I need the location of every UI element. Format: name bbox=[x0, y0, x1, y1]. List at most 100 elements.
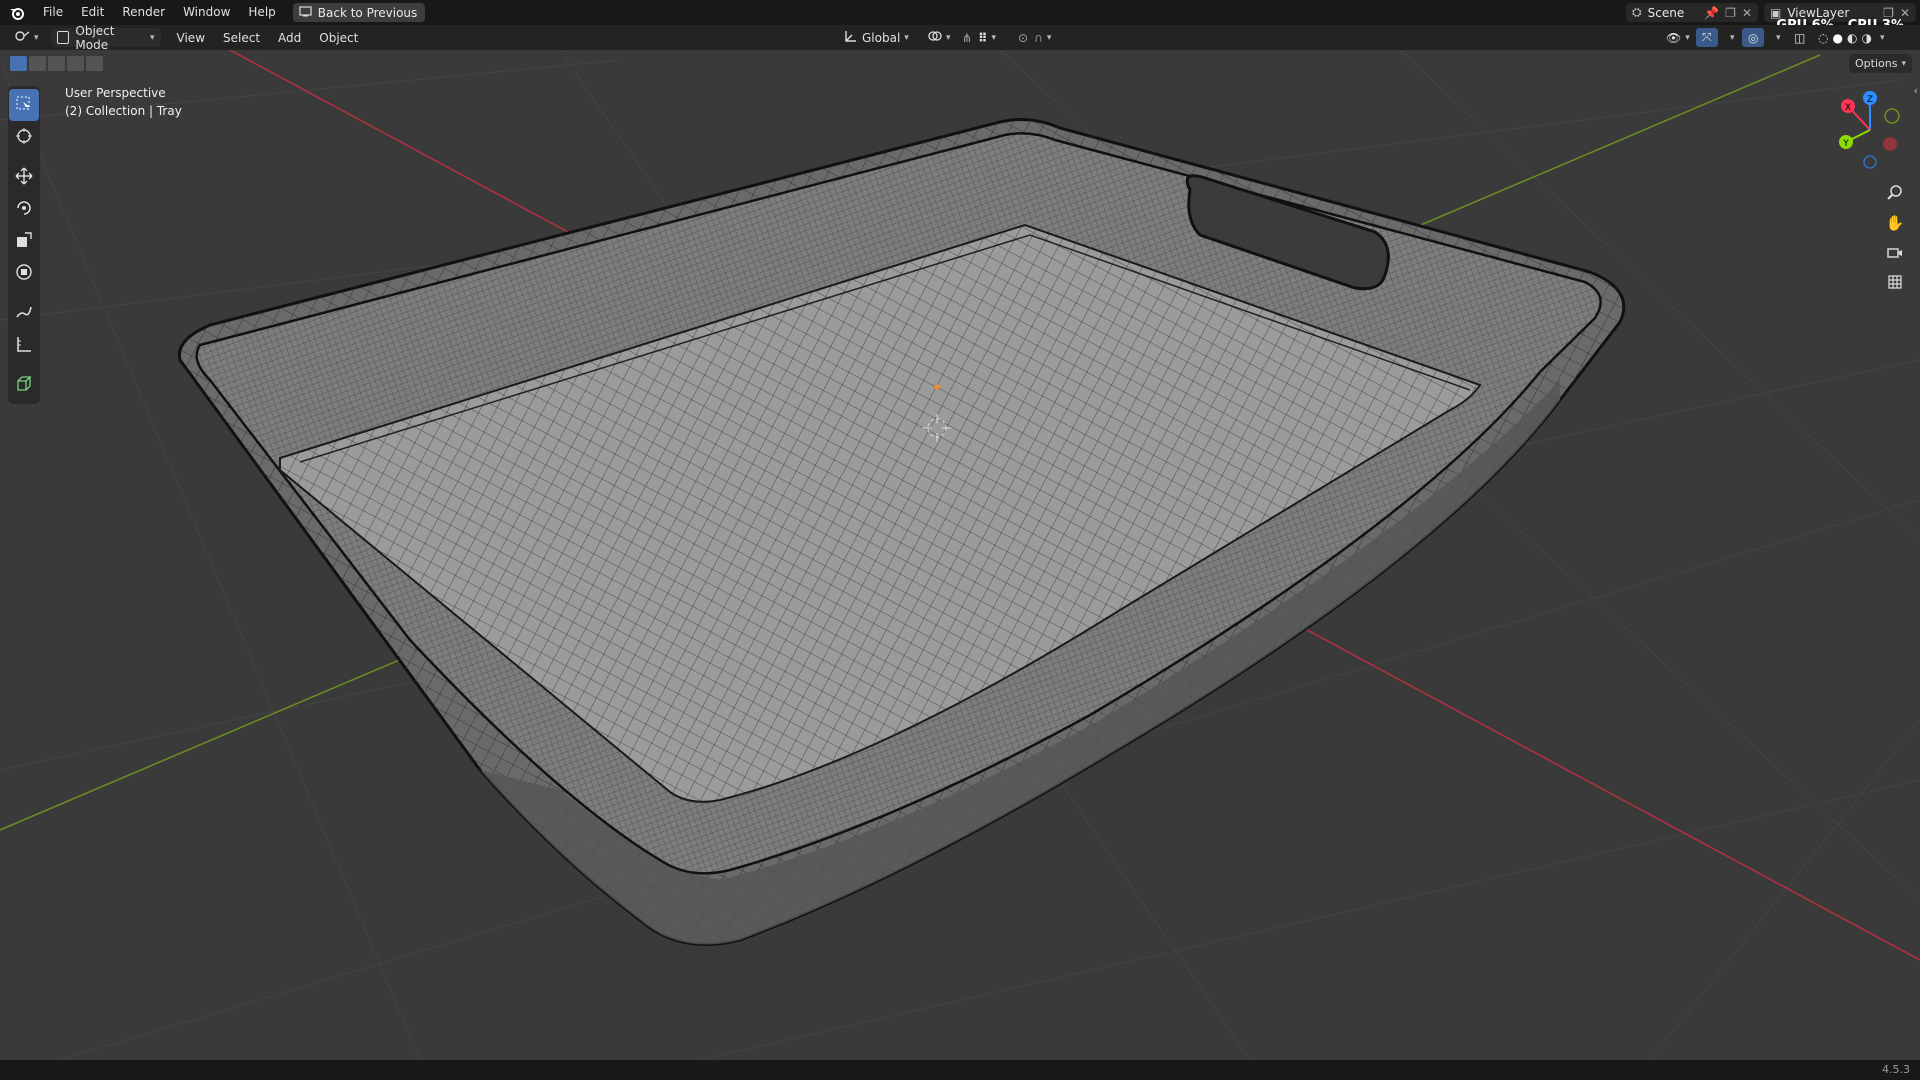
options-dropdown[interactable]: Options ▾ bbox=[1849, 54, 1912, 73]
zoom-icon bbox=[1887, 184, 1903, 203]
select-intersect-icon[interactable] bbox=[86, 56, 103, 71]
editor-type-button[interactable]: ▾ bbox=[8, 28, 45, 47]
snap-toggle[interactable]: ⋔ ⠿ ▾ bbox=[956, 28, 1002, 47]
zoom-button[interactable] bbox=[1882, 180, 1908, 206]
tool-shelf bbox=[8, 86, 40, 404]
proportional-icon: ⊙ bbox=[1018, 30, 1029, 45]
menu-edit[interactable]: Edit bbox=[72, 0, 113, 25]
gizmo-y-label: Y bbox=[1842, 139, 1849, 149]
view-perspective-label: User Perspective bbox=[65, 86, 166, 100]
select-new-icon[interactable] bbox=[10, 56, 27, 71]
copy-icon[interactable]: ❐ bbox=[1725, 6, 1736, 20]
rotate-icon bbox=[15, 199, 33, 220]
scene-icon: ⛭ bbox=[1632, 5, 1642, 19]
shading-modes[interactable]: ◌ ● ◐ ◑ ▾ bbox=[1812, 28, 1890, 47]
pivot-point-dropdown[interactable]: ▾ bbox=[922, 28, 957, 47]
snap-grid-icon: ⠿ bbox=[978, 30, 988, 45]
menu-help[interactable]: Help bbox=[239, 0, 284, 25]
orientation-icon bbox=[844, 30, 857, 46]
version-label: 4.5.3 bbox=[1882, 1063, 1910, 1076]
viewport-header: ▾ Object Mode ▾ View Select Add Object G… bbox=[0, 24, 1920, 52]
xray-toggle[interactable]: ◫ bbox=[1788, 28, 1811, 47]
collection-info-label: (2) Collection | Tray bbox=[65, 104, 182, 118]
options-label: Options bbox=[1855, 57, 1898, 70]
solid-shading-icon[interactable]: ● bbox=[1832, 31, 1842, 45]
gizmo-dropdown[interactable]: ▾ bbox=[1720, 28, 1741, 47]
measure-tool[interactable] bbox=[9, 329, 39, 361]
menu-select[interactable]: Select bbox=[217, 28, 266, 47]
menu-object[interactable]: Object bbox=[313, 28, 364, 47]
wireframe-shading-icon[interactable]: ◌ bbox=[1818, 31, 1828, 45]
perspective-toggle-button[interactable] bbox=[1882, 270, 1908, 296]
back-to-previous-button[interactable]: Back to Previous bbox=[292, 3, 426, 22]
scale-icon bbox=[15, 231, 33, 252]
grid-icon bbox=[1887, 274, 1903, 293]
select-box-tool[interactable] bbox=[9, 89, 39, 121]
scale-tool[interactable] bbox=[9, 225, 39, 257]
menu-render[interactable]: Render bbox=[113, 0, 174, 25]
back-to-previous-label: Back to Previous bbox=[317, 5, 418, 20]
object-mode-icon bbox=[56, 31, 70, 44]
sidebar-toggle-icon[interactable]: ‹ bbox=[1914, 84, 1918, 97]
menu-window[interactable]: Window bbox=[174, 0, 239, 25]
annotate-tool[interactable] bbox=[9, 297, 39, 329]
top-menu-bar: File Edit Render Window Help Back to Pre… bbox=[0, 0, 1920, 33]
gizmo-z-label: Z bbox=[1867, 95, 1873, 105]
orientation-label: Global bbox=[862, 30, 901, 45]
pan-button[interactable]: ✋ bbox=[1882, 210, 1908, 236]
close-icon[interactable]: ✕ bbox=[1742, 6, 1752, 20]
object-mode-dropdown[interactable]: Object Mode ▾ bbox=[50, 24, 161, 52]
transform-icon bbox=[15, 263, 33, 284]
gizmo-x-label: X bbox=[1845, 103, 1851, 113]
falloff-icon: ∩ bbox=[1034, 30, 1043, 45]
annotate-icon bbox=[15, 303, 33, 324]
object-mode-label: Object Mode bbox=[75, 23, 115, 52]
navigation-gizmo[interactable]: Z X Y bbox=[1830, 90, 1910, 170]
gizmo-icon: ⤧ bbox=[1702, 30, 1712, 44]
measure-icon bbox=[15, 335, 33, 356]
rotate-tool[interactable] bbox=[9, 193, 39, 225]
scene-selector[interactable]: ⛭ Scene 📌 ❐ ✕ bbox=[1626, 3, 1758, 22]
magnet-icon: ⋔ bbox=[962, 30, 973, 45]
screen-icon bbox=[299, 5, 312, 20]
add-cube-icon bbox=[15, 375, 33, 396]
status-bar: 4.5.3 bbox=[0, 1060, 1920, 1080]
visibility-dropdown[interactable]: 👁 ▾ bbox=[1660, 28, 1696, 47]
scene-name: Scene bbox=[1647, 5, 1685, 20]
transform-orientation-dropdown[interactable]: Global ▾ bbox=[838, 28, 915, 47]
menu-view[interactable]: View bbox=[171, 28, 211, 47]
menu-add[interactable]: Add bbox=[272, 28, 307, 47]
select-extend-icon[interactable] bbox=[29, 56, 46, 71]
scene-render bbox=[0, 50, 1920, 1060]
select-box-icon bbox=[15, 95, 33, 116]
move-tool[interactable] bbox=[9, 161, 39, 193]
eye-icon: 👁 bbox=[1666, 30, 1682, 45]
pin-icon[interactable]: 📌 bbox=[1704, 6, 1719, 20]
xray-icon: ◫ bbox=[1794, 30, 1806, 45]
transform-tool[interactable] bbox=[9, 257, 39, 289]
select-subtract-icon[interactable] bbox=[48, 56, 65, 71]
pivot-icon bbox=[928, 30, 942, 45]
selection-mode-buttons bbox=[10, 56, 103, 71]
material-shading-icon[interactable]: ◐ bbox=[1847, 31, 1857, 45]
hand-icon: ✋ bbox=[1885, 214, 1905, 232]
overlays-dropdown[interactable]: ▾ bbox=[1766, 28, 1787, 47]
object-origin bbox=[934, 384, 940, 390]
move-icon bbox=[15, 167, 33, 188]
editor-type-icon bbox=[14, 30, 30, 45]
proportional-editing-toggle[interactable]: ⊙ ∩ ▾ bbox=[1012, 28, 1057, 47]
tray-mesh bbox=[177, 118, 1626, 946]
3d-viewport[interactable]: User Perspective (2) Collection | Tray O… bbox=[0, 50, 1920, 1060]
select-invert-icon[interactable] bbox=[67, 56, 84, 71]
cursor-tool[interactable] bbox=[9, 121, 39, 153]
camera-icon bbox=[1887, 245, 1903, 262]
add-cube-tool[interactable] bbox=[9, 369, 39, 401]
overlays-toggle[interactable]: ◎ bbox=[1742, 28, 1765, 47]
camera-view-button[interactable] bbox=[1882, 240, 1908, 266]
gizmo-toggle[interactable]: ⤧ bbox=[1696, 28, 1718, 47]
overlays-icon: ◎ bbox=[1748, 30, 1759, 45]
rendered-shading-icon[interactable]: ◑ bbox=[1861, 31, 1871, 45]
blender-logo-icon[interactable] bbox=[0, 0, 34, 25]
menu-file[interactable]: File bbox=[34, 0, 72, 25]
cursor-icon bbox=[15, 127, 33, 148]
